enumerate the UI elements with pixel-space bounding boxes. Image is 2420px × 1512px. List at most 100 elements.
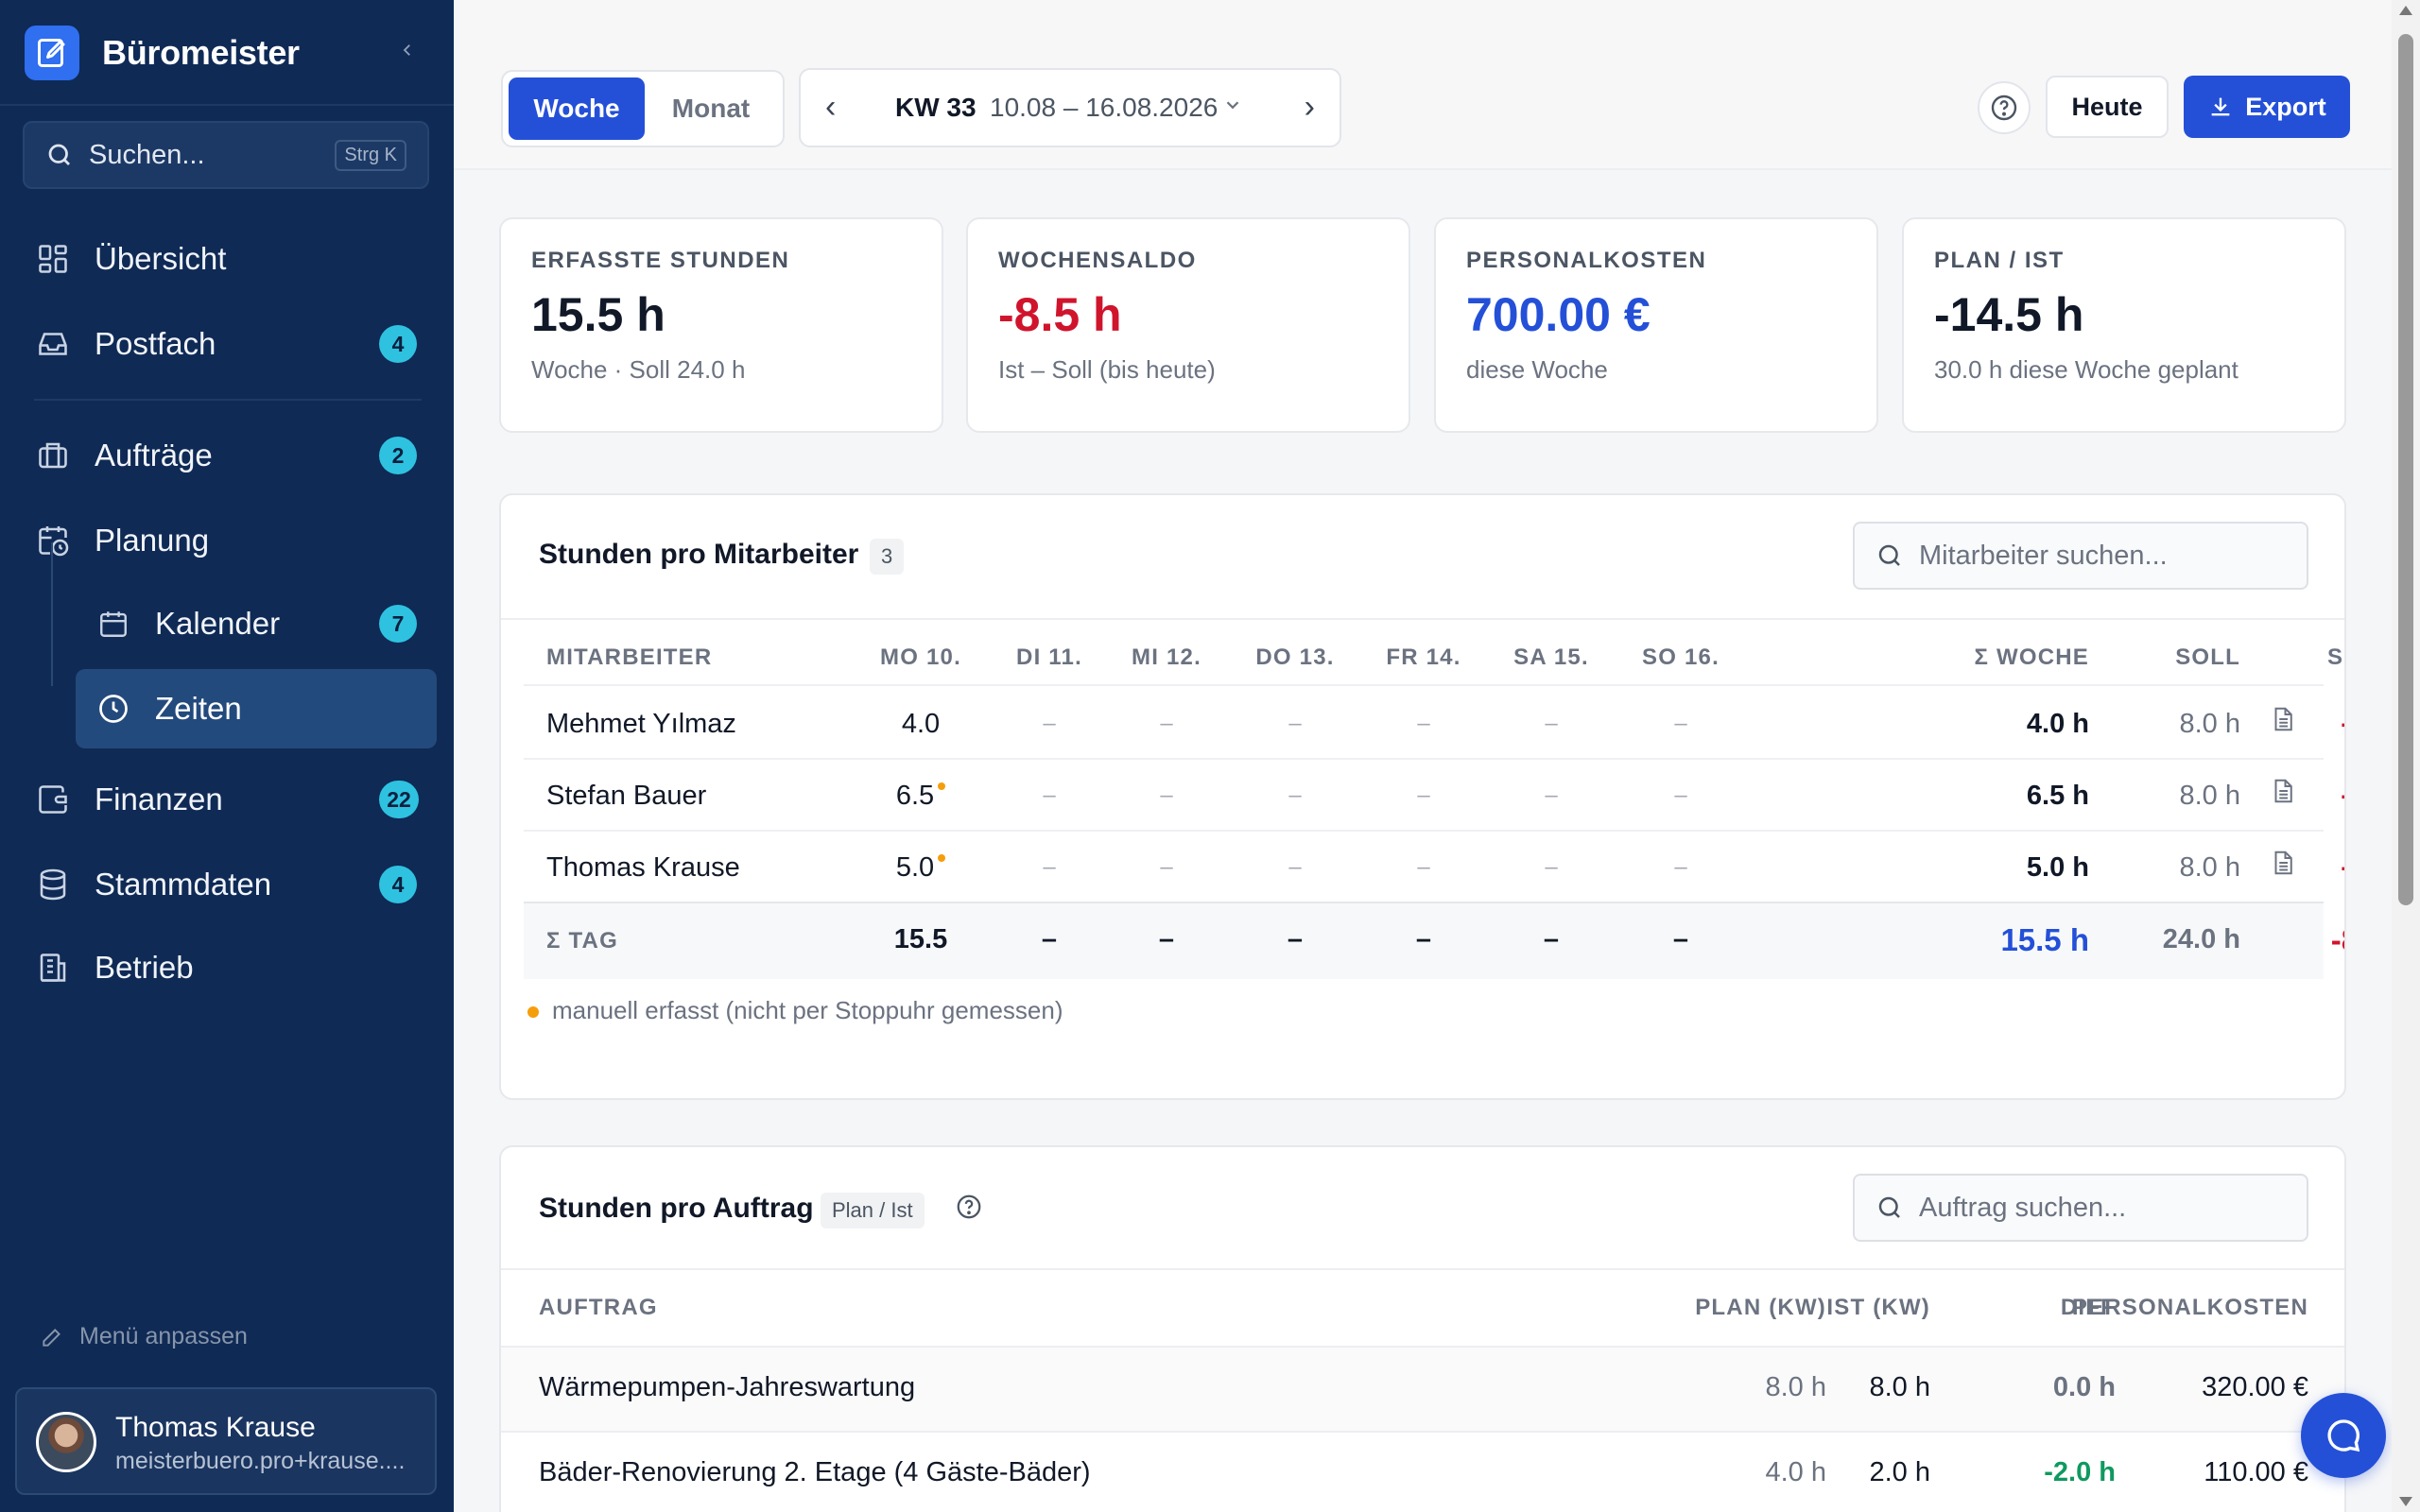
day-hours[interactable]: – [1229, 854, 1361, 881]
help-icon[interactable] [955, 1193, 983, 1226]
day-hours[interactable]: – [1615, 711, 1747, 737]
scrollbar-thumb[interactable] [2398, 34, 2413, 905]
day-hours[interactable]: – [1100, 782, 1233, 809]
document-icon[interactable] [2269, 703, 2297, 740]
sidebar-item-stammdaten[interactable]: Stammdaten 4 [0, 850, 454, 919]
employee-name[interactable]: Stefan Bauer [546, 781, 706, 812]
sidebar-item-label: Zeiten [155, 691, 242, 726]
search-placeholder: Mitarbeiter suchen... [1919, 540, 2168, 571]
day-hours[interactable]: – [1357, 854, 1490, 881]
manual-entry-dot [938, 854, 946, 862]
sidebar: Büromeister Suchen... Strg K Übersicht P… [0, 0, 454, 1512]
day-hours[interactable]: – [1100, 711, 1233, 737]
sidebar-item-postfach[interactable]: Postfach 4 [0, 310, 454, 378]
scroll-down-icon[interactable] [2399, 1497, 2412, 1506]
help-icon [1991, 94, 2017, 121]
user-email: meisterbuero.pro+krause.... [115, 1448, 406, 1474]
col-header-actual[interactable]: IST (KW) [1741, 1295, 1930, 1321]
today-button[interactable]: Heute [2046, 76, 2169, 138]
view-toggle: Woche Monat [501, 70, 785, 147]
manual-entry-legend: manuell erfasst (nicht per Stoppuhr geme… [527, 996, 1063, 1025]
next-week-button[interactable]: › [1305, 89, 1315, 126]
sidebar-item-planung[interactable]: Planung [0, 507, 454, 575]
order-name[interactable]: Bäder-Renovierung 2. Etage (4 Gäste-Bäde… [539, 1457, 1091, 1488]
stat-subtext: 30.0 h diese Woche geplant [1934, 355, 2238, 384]
day-hours-value: 5.0 [895, 852, 935, 883]
brand[interactable]: Büromeister [25, 25, 300, 81]
manual-entry-dot [527, 1006, 539, 1019]
order-search-input[interactable]: Auftrag suchen... [1853, 1174, 2308, 1242]
scroll-up-icon[interactable] [2399, 6, 2412, 15]
collapse-sidebar-button[interactable] [391, 34, 424, 66]
employee-search-input[interactable]: Mitarbeiter suchen... [1853, 522, 2308, 590]
day-sum: – [1041, 924, 1058, 954]
search-icon [1878, 544, 1900, 566]
day-hours[interactable]: – [1229, 782, 1361, 809]
menu-edit-link[interactable]: Menü anpassen [40, 1323, 248, 1350]
sum-row-label: Σ TAG [546, 928, 618, 954]
user-profile-card[interactable]: Thomas Krause meisterbuero.pro+krause...… [15, 1387, 437, 1495]
day-hours-value: 6.5 [895, 781, 935, 811]
target-hours: 8.0 h [2179, 852, 2241, 883]
view-month-button[interactable]: Monat [645, 77, 777, 140]
help-button[interactable] [1978, 81, 2031, 134]
week-picker: ‹ KW 33 10.08 – 16.08.2026 › [799, 68, 1341, 147]
app-name: Büromeister [102, 33, 300, 72]
previous-week-button[interactable]: ‹ [825, 89, 836, 126]
day-hours[interactable]: – [1357, 711, 1490, 737]
col-header-fri: FR 14. [1386, 644, 1461, 670]
sidebar-item-kalender[interactable]: Kalender 7 [0, 590, 454, 658]
sidebar-item-zeiten[interactable]: Zeiten [0, 675, 454, 743]
day-hours[interactable]: – [1357, 782, 1490, 809]
export-button[interactable]: Export [2184, 76, 2350, 138]
day-hours[interactable]: – [1615, 782, 1747, 809]
col-header-balance: SALDO [2327, 644, 2344, 670]
stat-label: PERSONALKOSTEN [1466, 248, 1707, 273]
sidebar-item-betrieb[interactable]: Betrieb [0, 934, 454, 1002]
sidebar-item-uebersicht[interactable]: Übersicht [0, 225, 454, 293]
day-hours[interactable]: – [983, 711, 1115, 737]
sidebar-item-auftraege[interactable]: Aufträge 2 [0, 421, 454, 490]
document-icon[interactable] [2269, 847, 2297, 884]
day-hours[interactable]: 6.5 [845, 781, 996, 812]
col-header-employee[interactable]: MITARBEITER [546, 644, 712, 671]
day-hours[interactable]: – [1485, 854, 1617, 881]
chat-button[interactable] [2301, 1393, 2386, 1478]
week-range[interactable]: 10.08 – 16.08.2026 [990, 93, 1218, 123]
day-hours[interactable]: – [983, 854, 1115, 881]
database-icon [34, 866, 72, 903]
day-hours[interactable]: – [1615, 854, 1747, 881]
day-hours[interactable]: – [983, 782, 1115, 809]
employee-name[interactable]: Mehmet Yılmaz [546, 709, 736, 740]
day-hours[interactable]: 4.0 [845, 709, 996, 740]
actual-hours: 8.0 h [1869, 1372, 1931, 1402]
view-week-button[interactable]: Woche [509, 77, 645, 140]
day-hours[interactable]: – [1485, 782, 1617, 809]
divider [501, 1268, 2344, 1270]
chevron-down-icon[interactable] [1222, 94, 1243, 120]
stat-card-week-balance: WOCHENSALDO -8.5 h Ist – Soll (bis heute… [966, 217, 1410, 433]
employee-name[interactable]: Thomas Krause [546, 852, 740, 884]
building-icon [34, 949, 72, 987]
document-icon[interactable] [2269, 775, 2297, 812]
sidebar-item-finanzen[interactable]: Finanzen 22 [0, 765, 454, 833]
search-placeholder: Suchen... [89, 139, 205, 170]
day-hours[interactable]: – [1229, 711, 1361, 737]
stat-subtext: Ist – Soll (bis heute) [998, 355, 1216, 384]
col-header-personnel-costs[interactable]: PERSONALKOSTEN [2014, 1295, 2308, 1321]
export-label: Export [2245, 92, 2326, 121]
stat-card-recorded-hours: ERFASSTE STUNDEN 15.5 h Woche · Soll 24.… [499, 217, 943, 433]
day-sum: 15.5 [893, 924, 948, 954]
sidebar-search[interactable]: Suchen... Strg K [23, 121, 429, 189]
order-name[interactable]: Wärmepumpen-Jahreswartung [539, 1372, 915, 1403]
col-header-wed: MI 12. [1132, 644, 1201, 670]
day-hours[interactable]: – [1100, 854, 1233, 881]
day-hours[interactable]: 5.0 [845, 852, 996, 884]
order-hours-panel: Stunden pro Auftrag Plan / Ist Auftrag s… [499, 1145, 2346, 1512]
col-header-order[interactable]: AUFTRAG [539, 1295, 658, 1321]
pencil-icon [43, 1328, 60, 1347]
page-scrollbar[interactable] [2392, 0, 2420, 1512]
count-badge: 4 [379, 325, 417, 363]
day-hours[interactable]: – [1485, 711, 1617, 737]
menu-edit-label: Menü anpassen [79, 1323, 248, 1349]
